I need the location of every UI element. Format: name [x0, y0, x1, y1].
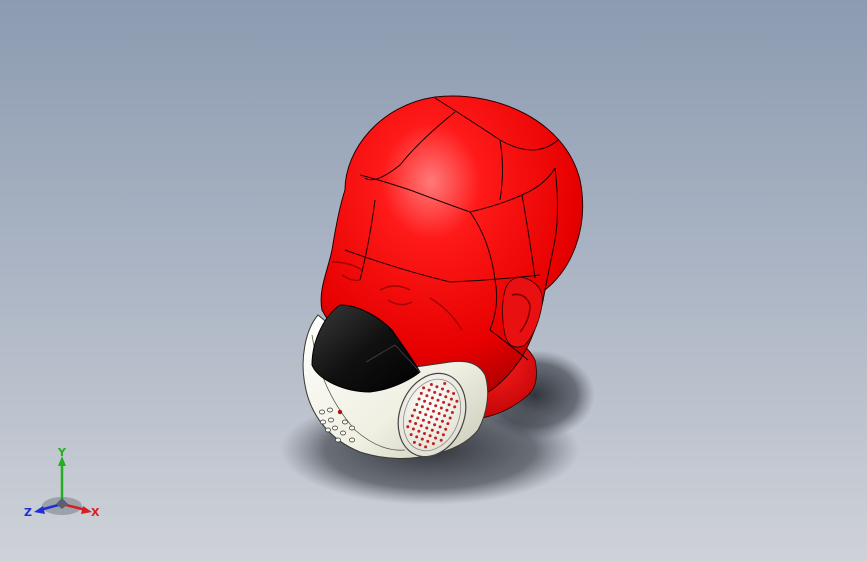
filter-hole	[427, 420, 431, 424]
filter-hole	[419, 391, 423, 395]
filter-hole	[436, 431, 440, 434]
filter-hole	[431, 442, 435, 446]
filter-hole	[418, 410, 422, 414]
filter-hole	[443, 382, 447, 385]
filter-hole	[429, 415, 433, 419]
filter-hole	[441, 433, 445, 437]
filter-hole	[433, 390, 437, 394]
y-axis-label: Y	[57, 448, 67, 459]
filter-hole	[428, 434, 432, 438]
filter-hole	[409, 433, 413, 437]
filter-hole	[439, 438, 443, 442]
filter-hole	[446, 389, 450, 393]
filter-hole	[413, 408, 417, 412]
orientation-triad[interactable]: Y X Z	[22, 448, 106, 524]
filter-hole	[416, 416, 420, 420]
filter-hole	[420, 437, 424, 441]
filter-hole	[425, 394, 429, 398]
filter-hole	[435, 417, 439, 421]
filter-hole	[437, 412, 441, 415]
filter-hole	[420, 405, 424, 409]
filter-hole	[424, 413, 428, 417]
filter-hole	[411, 427, 415, 431]
filter-hole	[441, 387, 444, 391]
filter-hole	[418, 443, 422, 447]
filter-hole	[414, 422, 418, 425]
filter-hole	[449, 397, 453, 401]
filter-hole	[423, 432, 426, 435]
filter-hole	[436, 398, 440, 402]
filter-hole	[446, 422, 450, 426]
filter-hole	[427, 388, 431, 392]
filter-hole	[415, 403, 419, 406]
filter-hole	[422, 386, 426, 390]
filter-hole	[450, 411, 454, 414]
filter-hole	[438, 393, 442, 397]
filter-hole	[434, 404, 438, 408]
filter-hole	[425, 426, 429, 430]
filter-hole	[442, 400, 446, 404]
filter-hole	[426, 407, 430, 411]
filter-hole	[452, 392, 456, 395]
filter-hole	[408, 419, 412, 423]
filter-hole	[455, 399, 459, 403]
filter-hole	[428, 402, 432, 405]
filter-hole	[443, 414, 447, 418]
filter-hole	[440, 419, 444, 423]
filter-hole	[423, 399, 427, 403]
filter-hole	[429, 383, 433, 386]
filter-hole	[412, 440, 416, 444]
indicator-dot	[337, 409, 343, 415]
z-axis-label: Z	[24, 506, 32, 519]
filter-hole	[438, 425, 442, 429]
filter-hole	[417, 397, 421, 401]
filter-hole	[453, 405, 457, 409]
3d-viewport[interactable]: Y X Z	[0, 0, 867, 562]
filter-hole	[419, 424, 423, 428]
filter-hole	[444, 395, 448, 399]
filter-hole	[447, 403, 451, 407]
filter-hole	[433, 423, 437, 427]
filter-hole	[432, 409, 435, 413]
filter-hole	[430, 428, 434, 432]
ear	[502, 277, 543, 348]
filter-hole	[426, 439, 430, 443]
filter-hole	[435, 385, 439, 389]
head-mask-model[interactable]	[0, 0, 867, 562]
filter-hole	[415, 435, 419, 439]
filter-hole	[417, 429, 421, 433]
filter-hole	[424, 445, 428, 449]
filter-hole	[448, 416, 452, 420]
filter-hole	[434, 436, 438, 440]
x-axis-label: X	[91, 506, 100, 519]
filter-hole	[421, 418, 425, 422]
filter-hole	[406, 425, 410, 429]
filter-hole	[445, 408, 449, 412]
filter-hole	[444, 427, 448, 431]
filter-hole	[439, 406, 443, 410]
filter-hole	[430, 396, 434, 400]
filter-hole	[410, 414, 414, 418]
